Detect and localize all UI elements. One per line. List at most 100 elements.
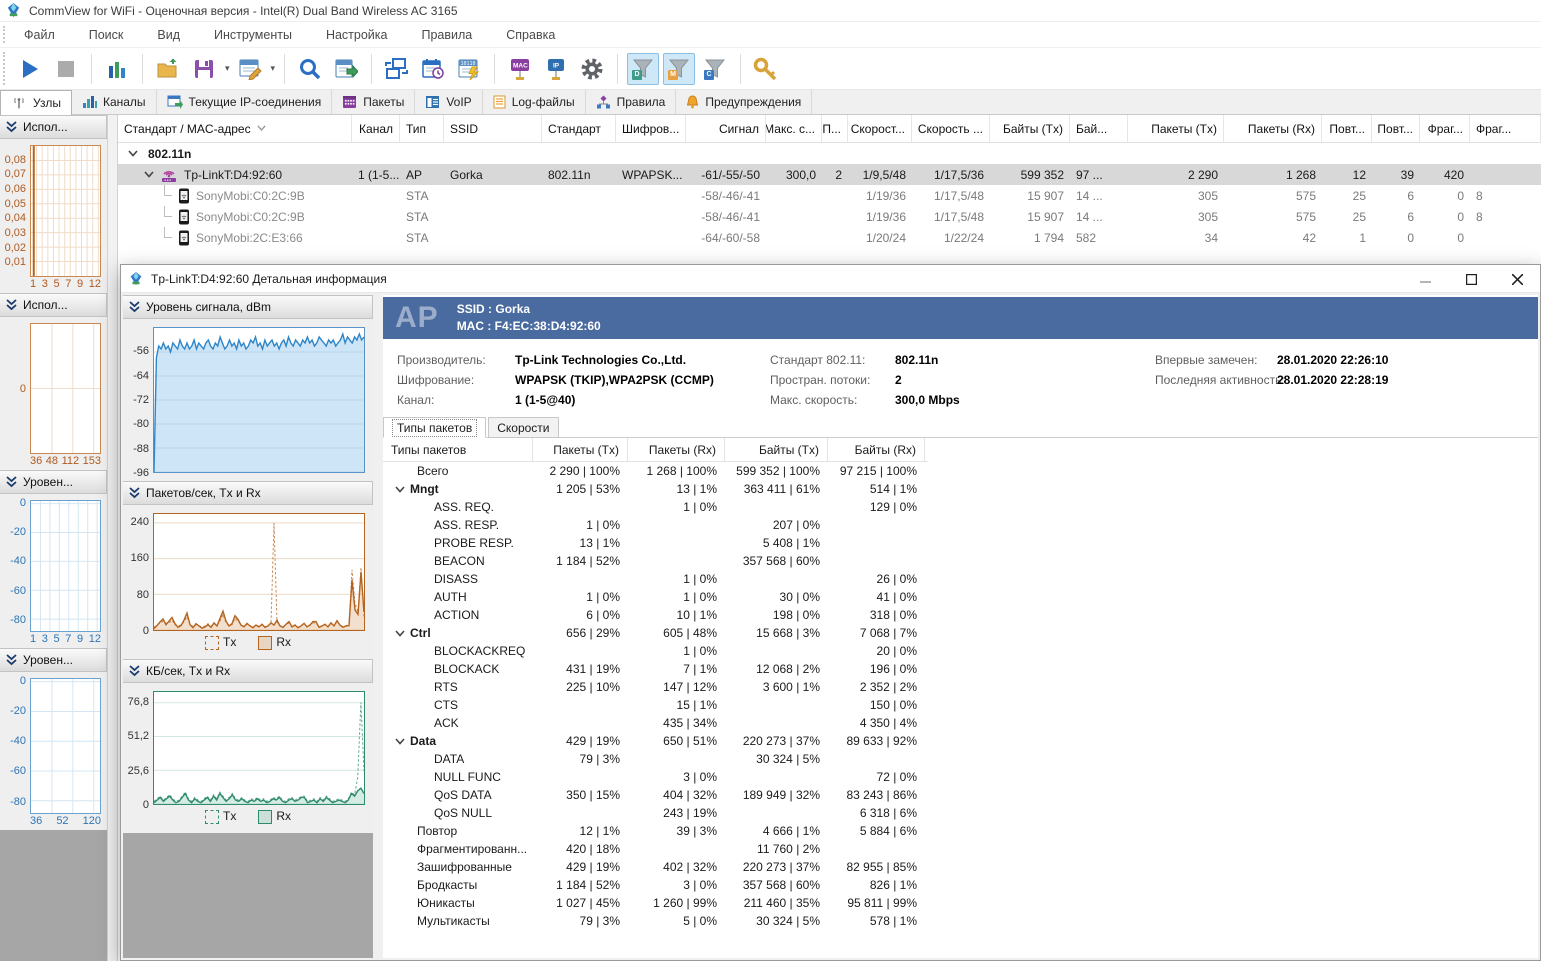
- table-row[interactable]: SonyMobi:C0:2C:9BSTA-58/-46/-411/19/361/…: [118, 206, 1541, 227]
- scheduler-button[interactable]: [417, 53, 449, 85]
- menu-tools[interactable]: Инструменты: [214, 28, 292, 42]
- filter-mgmt-toggle[interactable]: M: [663, 53, 695, 85]
- packet-type-row[interactable]: BLOCKACK431 | 19%7 | 1%12 068 | 2%196 | …: [383, 660, 928, 678]
- packet-column-header[interactable]: Байты (Tx): [725, 438, 828, 461]
- column-header[interactable]: Стандарт: [542, 115, 616, 142]
- stop-capture-button[interactable]: [50, 53, 82, 85]
- menu-search[interactable]: Поиск: [89, 28, 124, 42]
- packet-type-row[interactable]: Фрагментированн...420 | 18%11 760 | 2%: [383, 840, 928, 858]
- tab-rates[interactable]: Скорости: [488, 417, 558, 438]
- packet-type-row[interactable]: QoS NULL243 | 19%6 318 | 6%: [383, 804, 928, 822]
- column-header[interactable]: Пакеты (Tx): [1128, 115, 1224, 142]
- mac-aliases-button[interactable]: MAC: [504, 53, 536, 85]
- packet-type-row[interactable]: Data429 | 19%650 | 51%220 273 | 37%89 63…: [383, 732, 928, 750]
- traffic-transfer-button[interactable]: [381, 53, 413, 85]
- packet-type-row[interactable]: QoS DATA350 | 15%404 | 32%189 949 | 32%8…: [383, 786, 928, 804]
- menu-view[interactable]: Вид: [157, 28, 180, 42]
- find-button[interactable]: [294, 53, 326, 85]
- go-to-packet-button[interactable]: [330, 53, 362, 85]
- packet-type-row[interactable]: RTS225 | 10%147 | 12%3 600 | 1%2 352 | 2…: [383, 678, 928, 696]
- maximize-button[interactable]: [1448, 265, 1494, 293]
- start-capture-button[interactable]: [14, 53, 46, 85]
- packet-column-header[interactable]: Байты (Rx): [828, 438, 925, 461]
- column-header[interactable]: Фраг...: [1470, 115, 1541, 142]
- packet-column-header[interactable]: Типы пакетов: [383, 438, 533, 461]
- remote-agent-button[interactable]: [234, 53, 266, 85]
- packet-type-row[interactable]: BLOCKACKREQ1 | 0%20 | 0%: [383, 642, 928, 660]
- column-header[interactable]: Стандарт / MAC-адрес: [118, 115, 352, 142]
- packet-column-header[interactable]: Пакеты (Rx): [628, 438, 725, 461]
- column-header[interactable]: Скорост...: [848, 115, 912, 142]
- dialog-title-bar[interactable]: Tp-LinkT:D4:92:60 Детальная информация: [121, 265, 1540, 293]
- column-header[interactable]: Повт...: [1322, 115, 1372, 142]
- view-tab-6[interactable]: Log-файлы: [483, 90, 586, 114]
- column-header[interactable]: Тип: [400, 115, 444, 142]
- view-tab-3[interactable]: Текущие IP-соединения: [157, 90, 333, 114]
- column-header[interactable]: П...: [822, 115, 848, 142]
- packet-type-row[interactable]: Повтор12 | 1%39 | 3%4 666 | 1%5 884 | 6%: [383, 822, 928, 840]
- dialog-chart-header[interactable]: Пакетов/сек, Tx и Rx: [123, 481, 373, 505]
- packet-type-row[interactable]: Mngt1 205 | 53%13 | 1%363 411 | 61%514 |…: [383, 480, 928, 498]
- packet-type-row[interactable]: Зашифрованные429 | 19%402 | 32%220 273 |…: [383, 858, 928, 876]
- column-header[interactable]: Байты (Tx): [990, 115, 1070, 142]
- menu-help[interactable]: Справка: [506, 28, 555, 42]
- note-dropdown[interactable]: ▾: [271, 63, 276, 74]
- sidebar-splitter[interactable]: [107, 115, 118, 961]
- settings-button[interactable]: [576, 53, 608, 85]
- packet-type-row[interactable]: ACTION6 | 0%10 | 1%198 | 0%318 | 0%: [383, 606, 928, 624]
- column-header[interactable]: SSID: [444, 115, 542, 142]
- packet-type-row[interactable]: ACK435 | 34%4 350 | 4%: [383, 714, 928, 732]
- packet-type-row[interactable]: ASS. REQ.1 | 0%129 | 0%: [383, 498, 928, 516]
- statistics-button[interactable]: [101, 53, 133, 85]
- filter-data-toggle[interactable]: D: [627, 53, 659, 85]
- packet-type-row[interactable]: Всего2 290 | 100%1 268 | 100%599 352 | 1…: [383, 462, 928, 480]
- packet-type-row[interactable]: NULL FUNC3 | 0%72 | 0%: [383, 768, 928, 786]
- tab-packet-types[interactable]: Типы пакетов: [383, 417, 486, 438]
- sidebar-panel-header[interactable]: Испол...: [0, 293, 107, 317]
- view-tab-1[interactable]: Узлы: [0, 90, 72, 115]
- view-tab-4[interactable]: Пакеты: [332, 90, 415, 114]
- packet-type-row[interactable]: AUTH1 | 0%1 | 0%30 | 0%41 | 0%: [383, 588, 928, 606]
- save-button[interactable]: [188, 53, 220, 85]
- column-header[interactable]: Фраг...: [1420, 115, 1470, 142]
- view-tab-8[interactable]: Предупреждения: [676, 90, 812, 114]
- packet-type-row[interactable]: CTS15 | 1%150 | 0%: [383, 696, 928, 714]
- view-tab-5[interactable]: VoIP: [415, 90, 482, 114]
- minimize-button[interactable]: [1402, 265, 1448, 293]
- view-tab-2[interactable]: Каналы: [72, 90, 157, 114]
- dialog-chart-header[interactable]: Уровень сигнала, dBm: [123, 295, 373, 319]
- packet-type-row[interactable]: Бродкасты1 184 | 52%3 | 0%357 568 | 60%8…: [383, 876, 928, 894]
- group-row-80211n[interactable]: 802.11n: [118, 143, 1541, 164]
- packet-type-row[interactable]: ASS. RESP.1 | 0%207 | 0%: [383, 516, 928, 534]
- filter-ctrl-toggle[interactable]: C: [699, 53, 731, 85]
- menu-settings[interactable]: Настройка: [326, 28, 388, 42]
- column-header[interactable]: Пакеты (Rx): [1224, 115, 1322, 142]
- packet-type-row[interactable]: Ctrl656 | 29%605 | 48%15 668 | 3%7 068 |…: [383, 624, 928, 642]
- open-file-button[interactable]: [152, 53, 184, 85]
- column-header[interactable]: Бай...: [1070, 115, 1128, 142]
- ip-aliases-button[interactable]: IP: [540, 53, 572, 85]
- packet-column-header[interactable]: Пакеты (Tx): [533, 438, 628, 461]
- sidebar-panel-header[interactable]: Испол...: [0, 115, 107, 139]
- column-header[interactable]: Скорость ...: [912, 115, 990, 142]
- view-tab-7[interactable]: Правила: [586, 90, 677, 114]
- packet-type-row[interactable]: BEACON1 184 | 52%357 568 | 60%: [383, 552, 928, 570]
- menu-rules[interactable]: Правила: [422, 28, 473, 42]
- packet-type-row[interactable]: Юникасты1 027 | 45%1 260 | 99%211 460 | …: [383, 894, 928, 912]
- packet-type-row[interactable]: DISASS1 | 0%26 | 0%: [383, 570, 928, 588]
- packet-type-row[interactable]: PROBE RESP.13 | 1%5 408 | 1%: [383, 534, 928, 552]
- packet-generator-button[interactable]: 10110: [453, 53, 485, 85]
- column-header[interactable]: Шифров...: [616, 115, 686, 142]
- column-header[interactable]: Макс. с...: [766, 115, 822, 142]
- packet-type-row[interactable]: Мультикасты79 | 3%5 | 0%30 324 | 5%578 |…: [383, 912, 928, 930]
- menu-file[interactable]: Файл: [24, 28, 55, 42]
- sidebar-panel-header[interactable]: Уровен...: [0, 470, 107, 494]
- save-dropdown[interactable]: ▾: [225, 63, 230, 74]
- close-button[interactable]: [1494, 265, 1540, 293]
- table-row[interactable]: Tp-LinkT:D4:92:601 (1-5...APGorka802.11n…: [118, 164, 1541, 185]
- license-key-button[interactable]: [750, 53, 782, 85]
- column-header[interactable]: Повт...: [1372, 115, 1420, 142]
- table-row[interactable]: SonyMobi:C0:2C:9BSTA-58/-46/-411/19/361/…: [118, 185, 1541, 206]
- packet-type-row[interactable]: DATA79 | 3%30 324 | 5%: [383, 750, 928, 768]
- table-row[interactable]: SonyMobi:2C:E3:66STA-64/-60/-581/20/241/…: [118, 227, 1541, 248]
